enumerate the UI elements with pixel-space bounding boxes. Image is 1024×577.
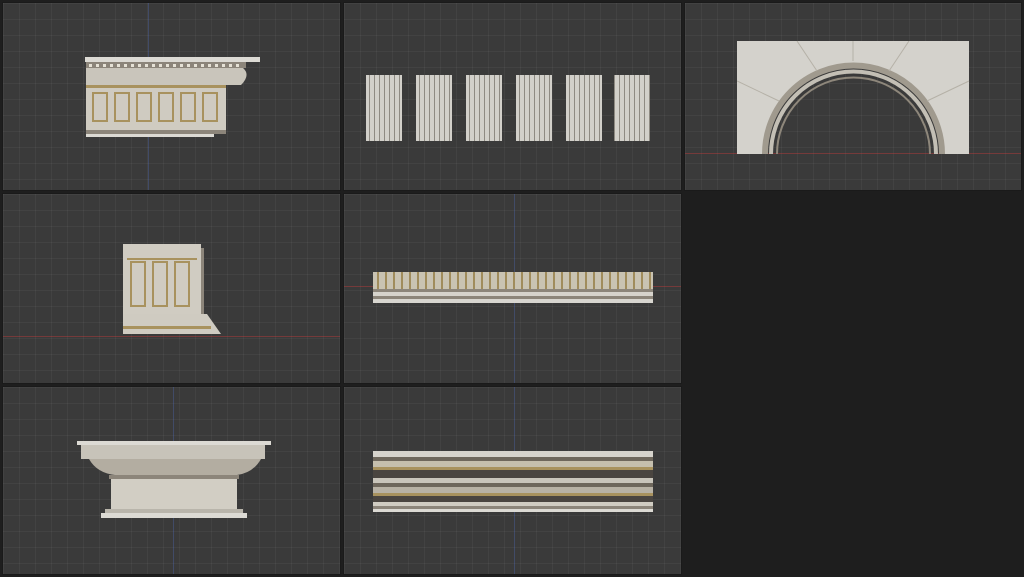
stone-arch-model[interactable] <box>737 41 973 157</box>
viewport-capital-cap[interactable] <box>2 386 341 575</box>
fluted-pilaster-panels-model[interactable] <box>364 73 654 143</box>
molding-stack-model[interactable] <box>372 449 656 515</box>
viewport-arch[interactable] <box>684 2 1022 191</box>
viewport-molding-stack[interactable] <box>343 386 682 575</box>
cornice-entablature-model[interactable] <box>83 55 263 145</box>
pedestal-block-model[interactable] <box>121 242 225 338</box>
viewport-frieze-strip[interactable] <box>343 193 682 384</box>
capital-cornice-cap-model[interactable] <box>75 439 275 523</box>
viewport-pedestal-block[interactable] <box>2 193 341 384</box>
viewport-grid <box>0 0 1024 577</box>
dentil-frieze-strip-model[interactable] <box>372 270 656 308</box>
viewport-cornice-entablature[interactable] <box>2 2 341 191</box>
viewport-flute-panels[interactable] <box>343 2 682 191</box>
empty-viewport-area <box>682 192 1024 577</box>
